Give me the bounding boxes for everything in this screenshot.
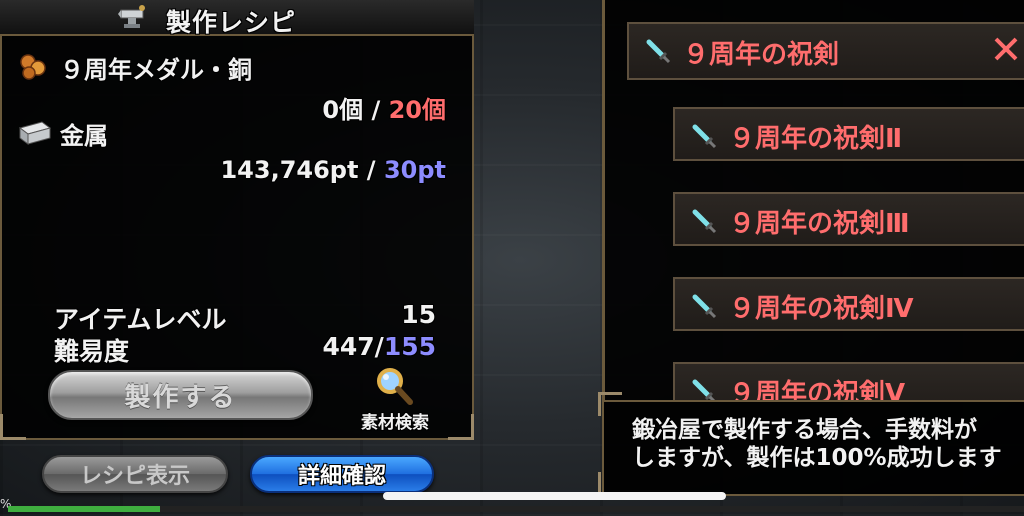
difficulty-have: 447/	[322, 332, 384, 361]
sword-icon	[692, 379, 716, 400]
info-line-2: しますが、製作は100%成功します	[632, 445, 1002, 471]
item-name: ９周年の祝剣	[683, 40, 840, 70]
info-line-1: 鍛冶屋で製作する場合、手数料が	[632, 417, 977, 443]
craft-button-label: 製作する	[124, 382, 237, 413]
item-name: ９周年の祝剣Ⅳ	[729, 294, 914, 324]
material-have: 143,746pt	[220, 156, 359, 184]
show-recipe-button[interactable]: レシピ表示	[42, 455, 228, 493]
craft-button[interactable]: 製作する	[48, 370, 313, 420]
sword-icon	[692, 209, 717, 234]
material-row-metal: 金属 143,746pt / 30pt	[16, 116, 446, 186]
material-need: 30pt	[383, 156, 446, 184]
difficulty-label: 難易度	[54, 337, 130, 366]
medal-icon	[20, 54, 46, 80]
sword-icon	[692, 124, 717, 149]
material-name: ９周年メダル・銅	[60, 56, 252, 84]
difficulty-need: 155	[383, 332, 436, 361]
material-separator: /	[358, 156, 384, 184]
detail-check-button[interactable]: 詳細確認	[250, 455, 434, 493]
item-level-value: 15	[401, 300, 436, 329]
recipe-panel: 製作レシピ ９周年メダル・銅 0個 / 20個 金属 143,746pt / 3…	[0, 0, 474, 440]
frame-corner	[598, 392, 622, 416]
close-icon[interactable]	[991, 34, 1021, 64]
progress-fill	[8, 506, 161, 512]
magnifier-icon	[377, 368, 413, 405]
list-item-selected[interactable]: ９周年の祝剣	[627, 22, 1024, 80]
difficulty-value: 447/155	[322, 332, 436, 361]
info-message-box: 鍛冶屋で製作する場合、手数料が しますが、製作は100%成功します	[602, 400, 1024, 496]
frame-corner	[448, 414, 474, 440]
material-quantity: 143,746pt / 30pt	[220, 156, 446, 184]
progress-track	[8, 506, 1024, 512]
list-item[interactable]: ９周年の祝剣Ⅲ	[673, 192, 1024, 246]
recipe-title-bar: 製作レシピ	[0, 0, 474, 37]
material-search-label: 素材検索	[361, 413, 429, 433]
item-name: ９周年の祝剣Ⅱ	[729, 124, 903, 154]
list-item[interactable]: ９周年の祝剣Ⅳ	[673, 277, 1024, 331]
frame-corner	[0, 414, 26, 440]
item-name: ９周年の祝剣Ⅲ	[729, 209, 910, 239]
home-indicator[interactable]	[383, 492, 726, 500]
detail-check-label: 詳細確認	[297, 464, 386, 489]
anvil-icon	[118, 5, 145, 28]
item-level-label: アイテムレベル	[54, 305, 227, 334]
info-message: 鍛冶屋で製作する場合、手数料が しますが、製作は100%成功します	[632, 416, 1024, 472]
recipe-title: 製作レシピ	[166, 8, 297, 37]
material-search-button[interactable]: 素材検索	[350, 364, 440, 434]
list-item[interactable]: ９周年の祝剣Ⅴ	[673, 362, 1024, 400]
item-name: ９周年の祝剣Ⅴ	[729, 379, 906, 400]
metal-ingot-icon	[18, 121, 52, 145]
show-recipe-label: レシピ表示	[79, 464, 190, 489]
material-name: 金属	[60, 122, 108, 150]
list-item[interactable]: ９周年の祝剣Ⅱ	[673, 107, 1024, 161]
item-list-panel: ９周年の祝剣 ９周年の祝剣Ⅱ ９周年の祝剣Ⅲ ９周年の祝剣Ⅳ ９周年の祝剣Ⅴ	[602, 0, 1024, 400]
sword-icon	[646, 39, 671, 64]
sword-icon	[692, 294, 717, 319]
material-row-medal: ９周年メダル・銅 0個 / 20個	[16, 50, 446, 124]
